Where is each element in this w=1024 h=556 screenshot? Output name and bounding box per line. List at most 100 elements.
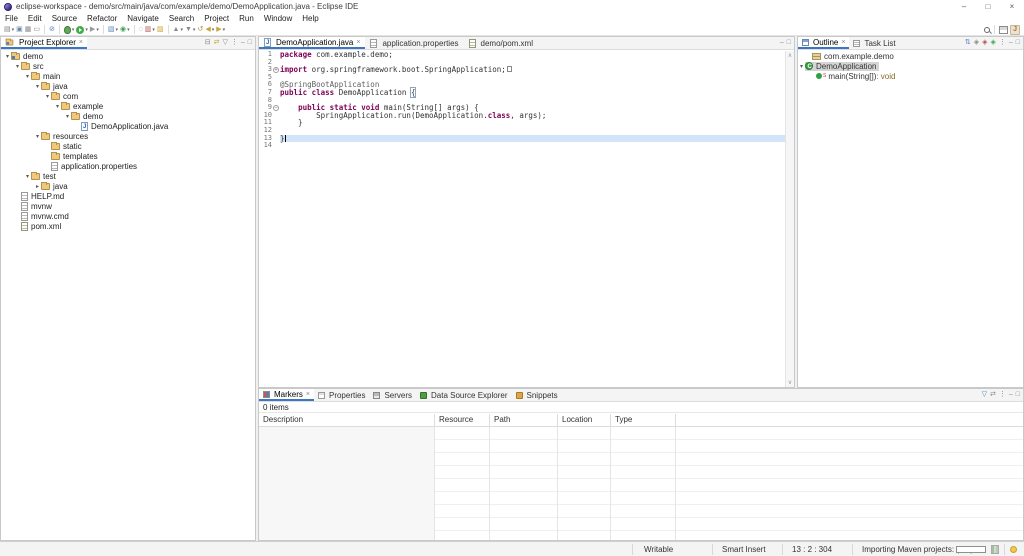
close-icon[interactable]: × — [306, 391, 310, 398]
tab-snippets[interactable]: Snippets — [512, 389, 562, 401]
markers-table-body[interactable] — [259, 427, 1023, 540]
tab-properties[interactable]: Properties — [314, 389, 369, 401]
tree-item-java[interactable]: ▸java — [1, 181, 255, 191]
minimize-editor-icon[interactable]: – — [780, 37, 784, 49]
tree-item-pom-xml[interactable]: pom.xml — [1, 221, 255, 231]
minimize-view-icon[interactable]: – — [1009, 389, 1013, 401]
tree-item-example[interactable]: ▾example — [1, 101, 255, 111]
folded-region-icon[interactable] — [507, 66, 512, 72]
previous-annotation-button[interactable]: ▲▾ — [172, 24, 184, 35]
fold-collapse-icon[interactable]: − — [273, 105, 279, 111]
chevron-down-icon[interactable]: ▾ — [64, 113, 71, 120]
menu-help[interactable]: Help — [297, 13, 323, 24]
chevron-down-icon[interactable]: ▾ — [24, 173, 31, 180]
close-button[interactable]: × — [1000, 0, 1024, 13]
tab-outline[interactable]: Outline × — [798, 37, 849, 49]
menu-run[interactable]: Run — [234, 13, 259, 24]
tree-item-mvnw-cmd[interactable]: mvnw.cmd — [1, 211, 255, 221]
code-line-7[interactable]: 7public class DemoApplication { — [259, 89, 794, 97]
menu-project[interactable]: Project — [199, 13, 234, 24]
chevron-down-icon[interactable]: ▾ — [44, 93, 51, 100]
code-line-1[interactable]: 1package com.example.demo; — [259, 51, 794, 59]
filter-icon[interactable]: ▽ — [982, 389, 987, 401]
code-line-10[interactable]: 10 SpringApplication.run(DemoApplication… — [259, 112, 794, 120]
filter-icon[interactable]: ▽ — [222, 37, 227, 49]
mark-occurrences-button[interactable]: ▨ — [156, 24, 165, 35]
open-perspective-button[interactable] — [998, 24, 1009, 35]
column-header-description[interactable]: Description ˆ — [259, 414, 435, 426]
code-editor[interactable]: 1package com.example.demo;23+import org.… — [259, 51, 794, 387]
chevron-down-icon[interactable]: ▾ — [34, 83, 41, 90]
tree-item-src[interactable]: ▾src — [1, 61, 255, 71]
view-menu-icon[interactable]: ⋮ — [999, 389, 1006, 401]
tree-item-java[interactable]: ▾java — [1, 81, 255, 91]
column-header-resource[interactable]: Resource — [435, 414, 490, 426]
tree-item-application-properties[interactable]: application.properties — [1, 161, 255, 171]
chevron-right-icon[interactable]: ▸ — [34, 183, 41, 190]
new-button[interactable]: ▤▾ — [3, 24, 15, 35]
tree-item-com[interactable]: ▾com — [1, 91, 255, 101]
collapse-all-icon[interactable]: ⊟ — [205, 37, 211, 49]
tree-item-mvnw[interactable]: mvnw — [1, 201, 255, 211]
menu-edit[interactable]: Edit — [23, 13, 47, 24]
coverage-button[interactable]: ▥▾ — [144, 24, 156, 35]
menu-navigate[interactable]: Navigate — [122, 13, 164, 24]
outline-item-method[interactable]: S main(String[]) : void — [798, 71, 1023, 81]
hide-non-public-icon[interactable]: ◈ — [990, 37, 995, 49]
close-icon[interactable]: × — [841, 39, 845, 46]
editor-tab-application-properties[interactable]: application.properties — [365, 37, 463, 49]
hide-static-members-icon[interactable]: ◈ — [982, 37, 987, 49]
debug-button[interactable]: ▾ — [63, 24, 76, 35]
code-line-3[interactable]: 3+import org.springframework.boot.Spring… — [259, 66, 794, 74]
tree-item-resources[interactable]: ▾resources — [1, 131, 255, 141]
outline-item-package[interactable]: com.example.demo — [798, 51, 1023, 61]
next-annotation-button[interactable]: ▼▾ — [184, 24, 196, 35]
code-line-11[interactable]: 11 } — [259, 119, 794, 127]
tab-servers[interactable]: Servers — [369, 389, 416, 401]
fold-expand-icon[interactable]: + — [273, 67, 279, 73]
view-menu-icon[interactable]: ⋮ — [231, 37, 238, 49]
code-line-13[interactable]: 13} — [259, 135, 794, 143]
tab-data-source-explorer[interactable]: Data Source Explorer — [416, 389, 511, 401]
tree-item-demo[interactable]: ▾demo — [1, 111, 255, 121]
progress-view-icon[interactable] — [991, 545, 999, 554]
code-line-14[interactable]: 14 — [259, 142, 794, 150]
scroll-up-icon[interactable]: ∧ — [786, 52, 794, 59]
link-with-editor-icon[interactable]: ⇄ — [990, 389, 996, 401]
menu-file[interactable]: File — [0, 13, 23, 24]
scroll-down-icon[interactable]: ∨ — [786, 379, 794, 386]
outline-item-class[interactable]: ▾ DemoApplication — [798, 61, 1023, 71]
view-menu-icon[interactable]: ⋮ — [999, 37, 1006, 49]
code-line-12[interactable]: 12 — [259, 127, 794, 135]
tab-project-explorer[interactable]: Project Explorer × — [1, 37, 87, 49]
tree-item-demoapplication-java[interactable]: DemoApplication.java — [1, 121, 255, 131]
last-edit-location-button[interactable]: ↺ — [196, 24, 204, 35]
minimize-view-icon[interactable]: – — [1009, 37, 1013, 49]
tree-item-demo[interactable]: ▾demo — [1, 51, 255, 61]
tree-item-templates[interactable]: templates — [1, 151, 255, 161]
link-with-editor-icon[interactable]: ⇄ — [214, 37, 220, 49]
menu-search[interactable]: Search — [164, 13, 199, 24]
column-header-location[interactable]: Location — [558, 414, 611, 426]
maximize-view-icon[interactable]: □ — [1016, 37, 1020, 49]
tab-task-list[interactable]: Task List — [849, 37, 899, 49]
menu-source[interactable]: Source — [47, 13, 82, 24]
tab-markers[interactable]: Markers× — [259, 389, 314, 401]
search-button[interactable] — [983, 24, 991, 35]
chevron-down-icon[interactable]: ▾ — [4, 53, 11, 60]
close-icon[interactable]: × — [79, 39, 83, 46]
chevron-down-icon[interactable]: ▾ — [24, 73, 31, 80]
back-button[interactable]: ◀▾ — [204, 24, 215, 35]
minimize-button[interactable]: – — [952, 0, 976, 13]
save-button[interactable]: ▣ — [15, 24, 24, 35]
editor-tab-demoapplication[interactable]: DemoApplication.java × — [259, 37, 365, 49]
menu-window[interactable]: Window — [259, 13, 297, 24]
print-button[interactable]: ▭ — [32, 24, 41, 35]
run-external-tools-button[interactable]: ▶▾ — [89, 24, 100, 35]
new-java-project-button[interactable]: ▧▾ — [107, 24, 119, 35]
maximize-editor-icon[interactable]: □ — [787, 37, 791, 49]
editor-scrollbar[interactable]: ∧ ∨ — [785, 51, 794, 387]
maximize-view-icon[interactable]: □ — [248, 37, 252, 49]
sort-icon[interactable]: ⇅ — [965, 37, 971, 49]
new-java-class-button[interactable]: ◉▾ — [119, 24, 131, 35]
